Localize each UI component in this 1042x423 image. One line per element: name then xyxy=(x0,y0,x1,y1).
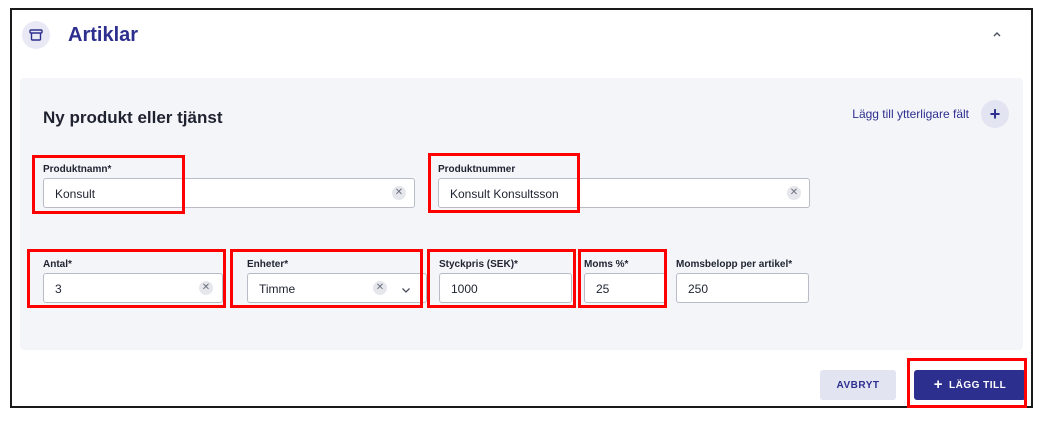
vat-percent-field: Moms %* 25 xyxy=(584,259,666,305)
archive-box-icon xyxy=(22,21,50,49)
vat-amount-input[interactable]: 250 xyxy=(676,273,809,303)
section-title: Artiklar xyxy=(68,24,139,46)
product-number-label: Produktnummer xyxy=(438,164,516,175)
clear-icon[interactable]: ✕ xyxy=(373,281,387,295)
product-number-input[interactable]: Konsult Konsultsson ✕ xyxy=(438,178,810,208)
product-name-value: Konsult xyxy=(55,187,96,201)
cancel-button[interactable]: AVBRYT xyxy=(820,370,896,400)
vat-amount-value: 250 xyxy=(688,282,709,296)
vat-percent-label: Moms %* xyxy=(584,259,629,270)
clear-icon[interactable]: ✕ xyxy=(392,186,406,200)
product-number-value: Konsult Konsultsson xyxy=(450,187,559,201)
product-number-field: Produktnummer Konsult Konsultsson ✕ xyxy=(438,164,810,210)
add-item-button[interactable]: + LÄGG TILL xyxy=(914,370,1026,400)
quantity-value: 3 xyxy=(55,282,62,296)
quantity-input[interactable]: 3 ✕ xyxy=(43,273,223,303)
quantity-label: Antal* xyxy=(43,259,72,270)
plus-icon[interactable]: + xyxy=(981,100,1009,128)
product-name-input[interactable]: Konsult ✕ xyxy=(43,178,415,208)
product-name-field: Produktnamn* Konsult ✕ xyxy=(43,164,415,210)
vat-percent-input[interactable]: 25 xyxy=(584,273,666,303)
unit-value: Timme xyxy=(259,282,296,296)
clear-icon[interactable]: ✕ xyxy=(787,186,801,200)
vat-percent-value: 25 xyxy=(596,282,610,296)
product-name-label: Produktnamn* xyxy=(43,164,112,175)
add-extra-field-label[interactable]: Lägg till ytterligare fält xyxy=(852,107,969,121)
chevron-down-icon[interactable] xyxy=(400,283,412,295)
unit-label: Enheter* xyxy=(247,259,289,270)
unit-price-label: Styckpris (SEK)* xyxy=(439,259,518,270)
articles-card: Artiklar Ny produkt eller tjänst Lägg ti… xyxy=(10,8,1033,408)
vat-amount-label: Momsbelopp per artikel* xyxy=(676,259,793,270)
chevron-up-icon[interactable] xyxy=(989,26,1005,42)
plus-icon: + xyxy=(933,376,943,393)
unit-field: Enheter* Timme ✕ xyxy=(247,259,427,305)
vat-amount-field: Momsbelopp per artikel* 250 xyxy=(676,259,809,305)
unit-price-value: 1000 xyxy=(451,282,478,296)
unit-select[interactable]: Timme ✕ xyxy=(247,273,427,303)
articles-header[interactable]: Artiklar xyxy=(12,10,1031,70)
unit-price-input[interactable]: 1000 xyxy=(439,273,572,303)
quantity-field: Antal* 3 ✕ xyxy=(43,259,223,305)
form-title: Ny produkt eller tjänst xyxy=(43,108,223,127)
clear-icon[interactable]: ✕ xyxy=(199,281,213,295)
add-item-label: LÄGG TILL xyxy=(948,379,1007,391)
unit-price-field: Styckpris (SEK)* 1000 xyxy=(439,259,572,305)
new-product-panel: Ny produkt eller tjänst Lägg till ytterl… xyxy=(20,78,1023,350)
add-extra-field[interactable]: Lägg till ytterligare fält + xyxy=(852,100,1009,128)
